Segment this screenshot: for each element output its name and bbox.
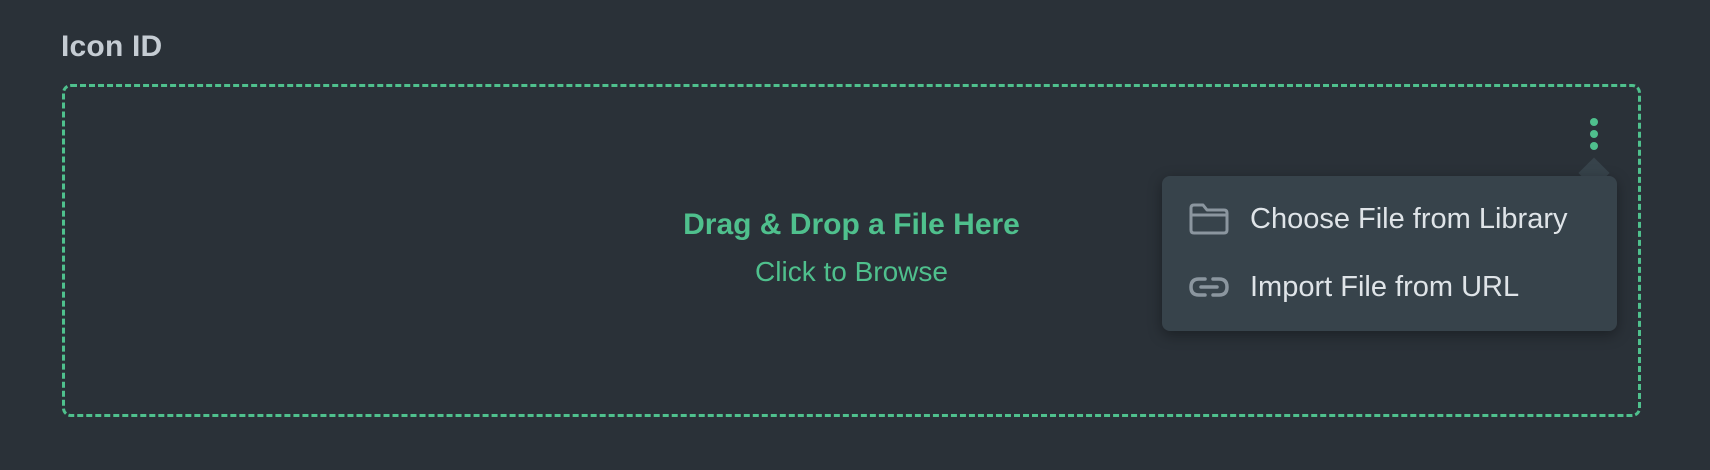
menu-item-import-from-url[interactable]: Import File from URL bbox=[1162, 256, 1617, 320]
link-icon bbox=[1189, 277, 1229, 297]
field-label: Icon ID bbox=[61, 30, 163, 63]
kebab-icon bbox=[1590, 118, 1598, 126]
menu-item-label: Import File from URL bbox=[1250, 271, 1520, 303]
menu-item-label: Choose File from Library bbox=[1250, 203, 1568, 235]
more-options-button[interactable] bbox=[1580, 112, 1608, 156]
upload-options-menu: Choose File from Library Import File fro… bbox=[1162, 176, 1617, 331]
menu-item-choose-from-library[interactable]: Choose File from Library bbox=[1162, 188, 1617, 252]
folder-icon bbox=[1189, 203, 1229, 235]
